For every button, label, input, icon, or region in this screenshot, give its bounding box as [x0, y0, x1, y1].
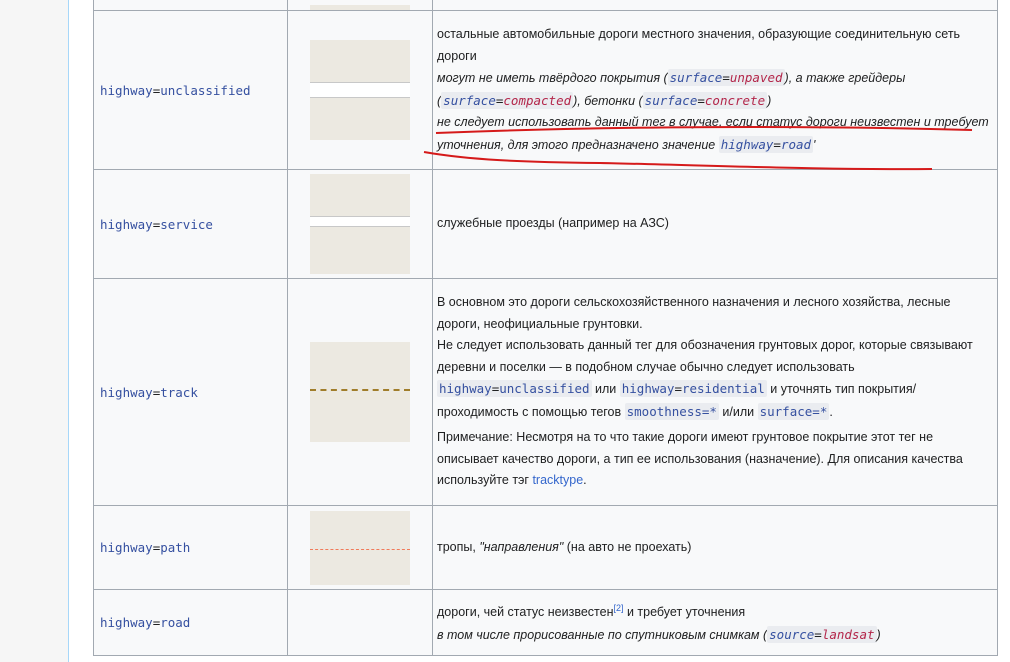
highway-tags-table: highway=unclassified остальные автомобил…: [93, 0, 998, 656]
render-cell: [287, 589, 433, 656]
tag-highway-unclassified-link[interactable]: highway=unclassified: [437, 380, 592, 398]
tracktype-link[interactable]: tracktype: [532, 473, 583, 487]
tag-highway-path[interactable]: highway=path: [98, 539, 193, 556]
tag-surface-link[interactable]: surface=*: [757, 402, 830, 420]
description-cell: [432, 0, 998, 11]
description-cell: дороги, чей статус неизвестен[2] и требу…: [432, 589, 998, 656]
reference-link[interactable]: [2]: [613, 603, 623, 613]
render-cell: [287, 0, 433, 11]
description-satellite-note: в том числе прорисованные по спутниковым…: [437, 626, 881, 644]
render-cell: [287, 278, 433, 506]
render-cell: [287, 169, 433, 279]
tag-cell: highway=path: [93, 505, 288, 590]
tag-cell: [93, 0, 288, 11]
tag-cell: highway=road: [93, 589, 288, 656]
description-text: служебные проезды (например на АЗС): [437, 216, 669, 231]
tag-cell: highway=service: [93, 169, 288, 279]
table-row: highway=road дороги, чей статус неизвест…: [93, 589, 998, 656]
road-render-image: [310, 40, 410, 140]
description-cell: В основном это дороги сельскохозяйственн…: [432, 278, 998, 506]
description-cell: служебные проезды (например на АЗС): [432, 169, 998, 279]
description-usage-note: Не следует использовать данный тег для о…: [437, 338, 973, 420]
tag-surface-compacted[interactable]: surface=compacted: [441, 91, 574, 109]
tag-cell: highway=unclassified: [93, 10, 288, 170]
road-render-image: [310, 174, 410, 274]
description-surface-note: могут не иметь твёрдого покрытия (surfac…: [437, 69, 906, 109]
table-row: [93, 0, 998, 11]
description-cell: тропы, "направления" (на авто не проехат…: [432, 505, 998, 590]
table-row: highway=path тропы, "направления" (на ав…: [93, 505, 998, 590]
tag-highway-road-link[interactable]: highway=road: [718, 135, 814, 153]
tag-highway-track[interactable]: highway=track: [98, 383, 200, 401]
description-remark: Примечание: Несмотря на то что такие дор…: [437, 430, 963, 488]
tag-smoothness-link[interactable]: smoothness=*: [624, 402, 719, 420]
description-text: остальные автомобильные дороги местного …: [437, 27, 961, 63]
page-margin: [0, 0, 69, 662]
tag-highway-unclassified[interactable]: highway=unclassified: [98, 81, 253, 99]
tag-source-landsat[interactable]: source=landsat: [767, 626, 877, 644]
tag-surface-concrete[interactable]: surface=concrete: [642, 91, 768, 109]
description-text: В основном это дороги сельскохозяйственн…: [437, 295, 951, 331]
tag-surface-unpaved[interactable]: surface=unpaved: [667, 69, 785, 86]
tag-cell: highway=track: [93, 278, 288, 506]
table-row: highway=unclassified остальные автомобил…: [93, 10, 998, 170]
render-cell: [287, 10, 433, 170]
table-row: highway=track В основном это дороги сель…: [93, 278, 998, 506]
description-cell: остальные автомобильные дороги местного …: [432, 10, 998, 170]
tag-highway-service[interactable]: highway=service: [98, 215, 215, 233]
description-warning-note: не следует использовать данный тег в слу…: [437, 115, 989, 153]
description-text: дороги, чей статус неизвестен[2] и требу…: [437, 603, 746, 620]
description-text: тропы, "направления" (на авто не проехат…: [437, 539, 692, 554]
tag-highway-residential-link[interactable]: highway=residential: [619, 380, 767, 398]
render-cell: [287, 505, 433, 590]
road-render-image: [310, 510, 410, 585]
tag-highway-road[interactable]: highway=road: [98, 614, 193, 631]
road-render-image: [310, 342, 410, 442]
road-render-image: [310, 5, 410, 10]
table-row: highway=service служебные проезды (напри…: [93, 169, 998, 279]
